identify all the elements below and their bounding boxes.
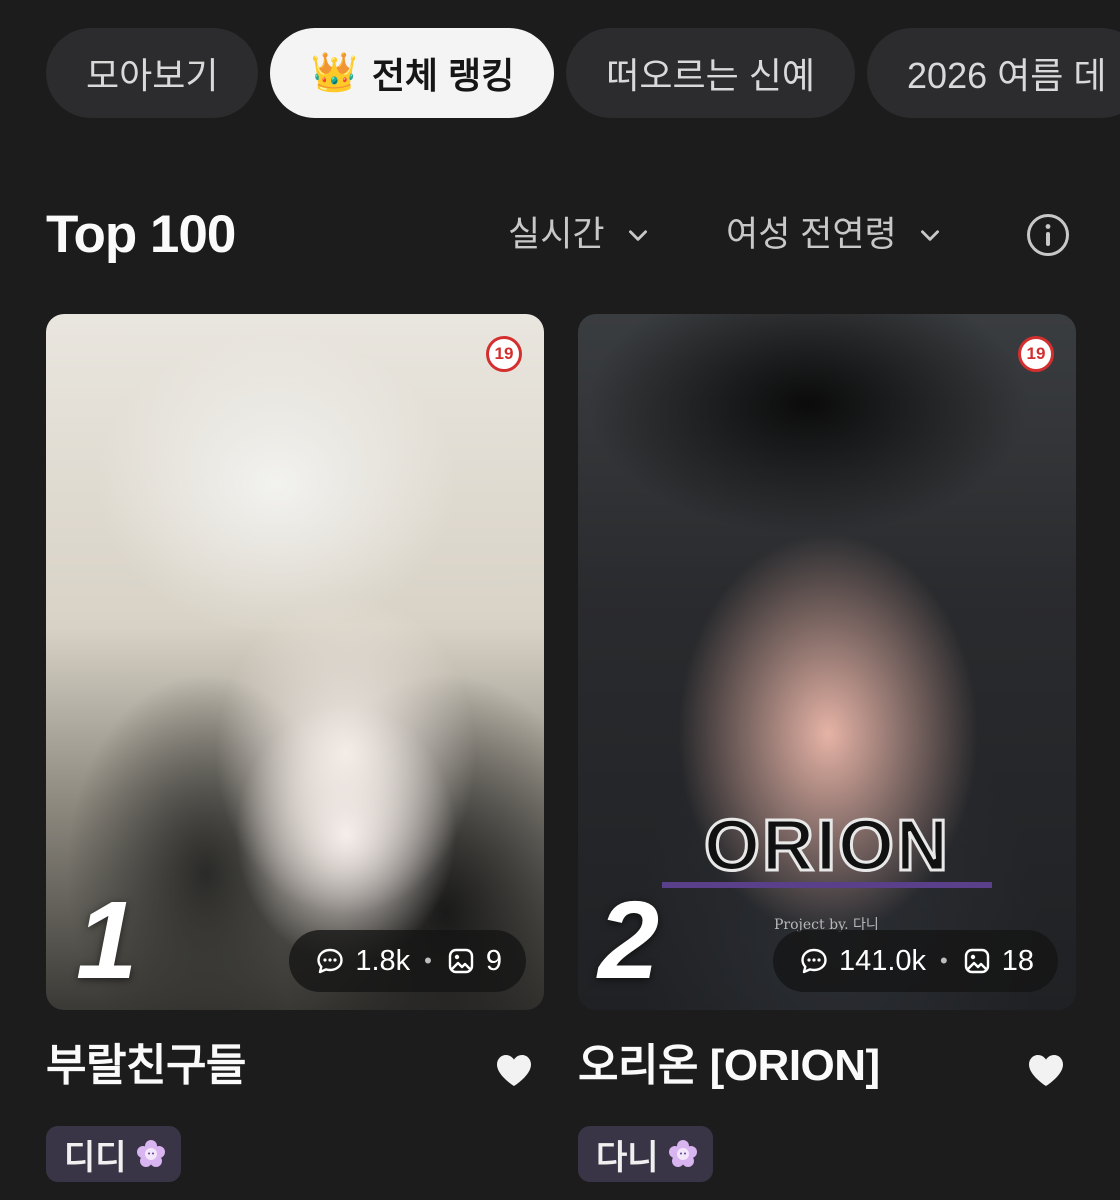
chat-bubble-icon — [801, 948, 827, 974]
image-count: 9 — [485, 944, 502, 977]
comment-count: 141.0k — [838, 944, 927, 977]
creator-name: 디디 — [64, 1138, 127, 1177]
creator-name: 다니 — [596, 1138, 659, 1177]
orion-logo: ORION — [662, 805, 992, 888]
demographic-filter-dropdown[interactable]: 여성 전연령 — [726, 200, 943, 270]
card-title[interactable]: 오리온 [ORION] — [578, 1038, 880, 1094]
orion-logo-text: ORION — [704, 806, 950, 886]
cover-image[interactable]: 19 ORION Project by. 다니 2 141.0k • 18 — [578, 314, 1076, 1010]
stats-pill: 141.0k • 18 — [772, 930, 1058, 992]
rank-number: 1 — [76, 879, 138, 1002]
tab-label: 떠오르는 신예 — [606, 55, 816, 96]
tab-label: 모아보기 — [86, 55, 219, 96]
page-title: Top 100 — [46, 205, 236, 264]
ranking-header: Top 100 실시간 여성 전연령 — [46, 200, 1070, 270]
demographic-filter-label: 여성 전연령 — [726, 215, 897, 254]
image-icon — [448, 948, 474, 974]
tab-overall-ranking[interactable]: 👑 전체 랭킹 — [270, 28, 555, 118]
info-icon[interactable] — [1026, 213, 1070, 257]
tab-2026-summer[interactable]: 2026 여름 데 — [867, 28, 1120, 118]
cover-image[interactable]: 19 1 1.8k • 9 — [46, 314, 544, 1010]
tab-rising-newcomers[interactable]: 떠오르는 신예 — [566, 28, 856, 118]
heart-icon[interactable] — [494, 1052, 534, 1088]
category-tabs: 모아보기 👑 전체 랭킹 떠오르는 신예 2026 여름 데 — [46, 28, 1120, 120]
image-icon — [964, 948, 989, 974]
creator-chip[interactable]: 디디 — [46, 1126, 181, 1182]
creator-chip[interactable]: 다니 — [578, 1126, 713, 1182]
chat-bubble-icon — [317, 948, 344, 974]
age-rating-badge: 19 — [486, 336, 522, 372]
image-count: 18 — [1001, 944, 1034, 977]
period-filter-label: 실시간 — [508, 215, 605, 254]
period-filter-dropdown[interactable]: 실시간 — [508, 200, 651, 270]
tab-label: 전체 랭킹 — [371, 55, 515, 96]
comment-count: 1.8k — [355, 944, 411, 977]
heart-icon[interactable] — [1026, 1052, 1066, 1088]
rank-number: 2 — [598, 879, 660, 1002]
chevron-down-icon — [920, 230, 939, 241]
card-title-row: 부랄친구들 — [46, 1026, 544, 1126]
ranking-card[interactable]: 19 ORION Project by. 다니 2 141.0k • 18 오리… — [578, 314, 1076, 1182]
separator-dot: • — [940, 948, 948, 973]
crown-icon: 👑 — [310, 52, 358, 94]
flower-badge-icon — [668, 1140, 697, 1167]
tab-label: 2026 여름 데 — [907, 55, 1107, 96]
ranking-card[interactable]: 19 1 1.8k • 9 부랄친구들 디디 — [46, 314, 544, 1182]
age-rating-badge: 19 — [1018, 336, 1054, 372]
tab-collection[interactable]: 모아보기 — [46, 28, 259, 118]
card-title-row: 오리온 [ORION] — [578, 1026, 1076, 1126]
flower-badge-icon — [136, 1140, 165, 1167]
chevron-down-icon — [628, 230, 647, 241]
card-title[interactable]: 부랄친구들 — [46, 1038, 246, 1094]
stats-pill: 1.8k • 9 — [289, 930, 526, 992]
separator-dot: • — [424, 948, 432, 973]
